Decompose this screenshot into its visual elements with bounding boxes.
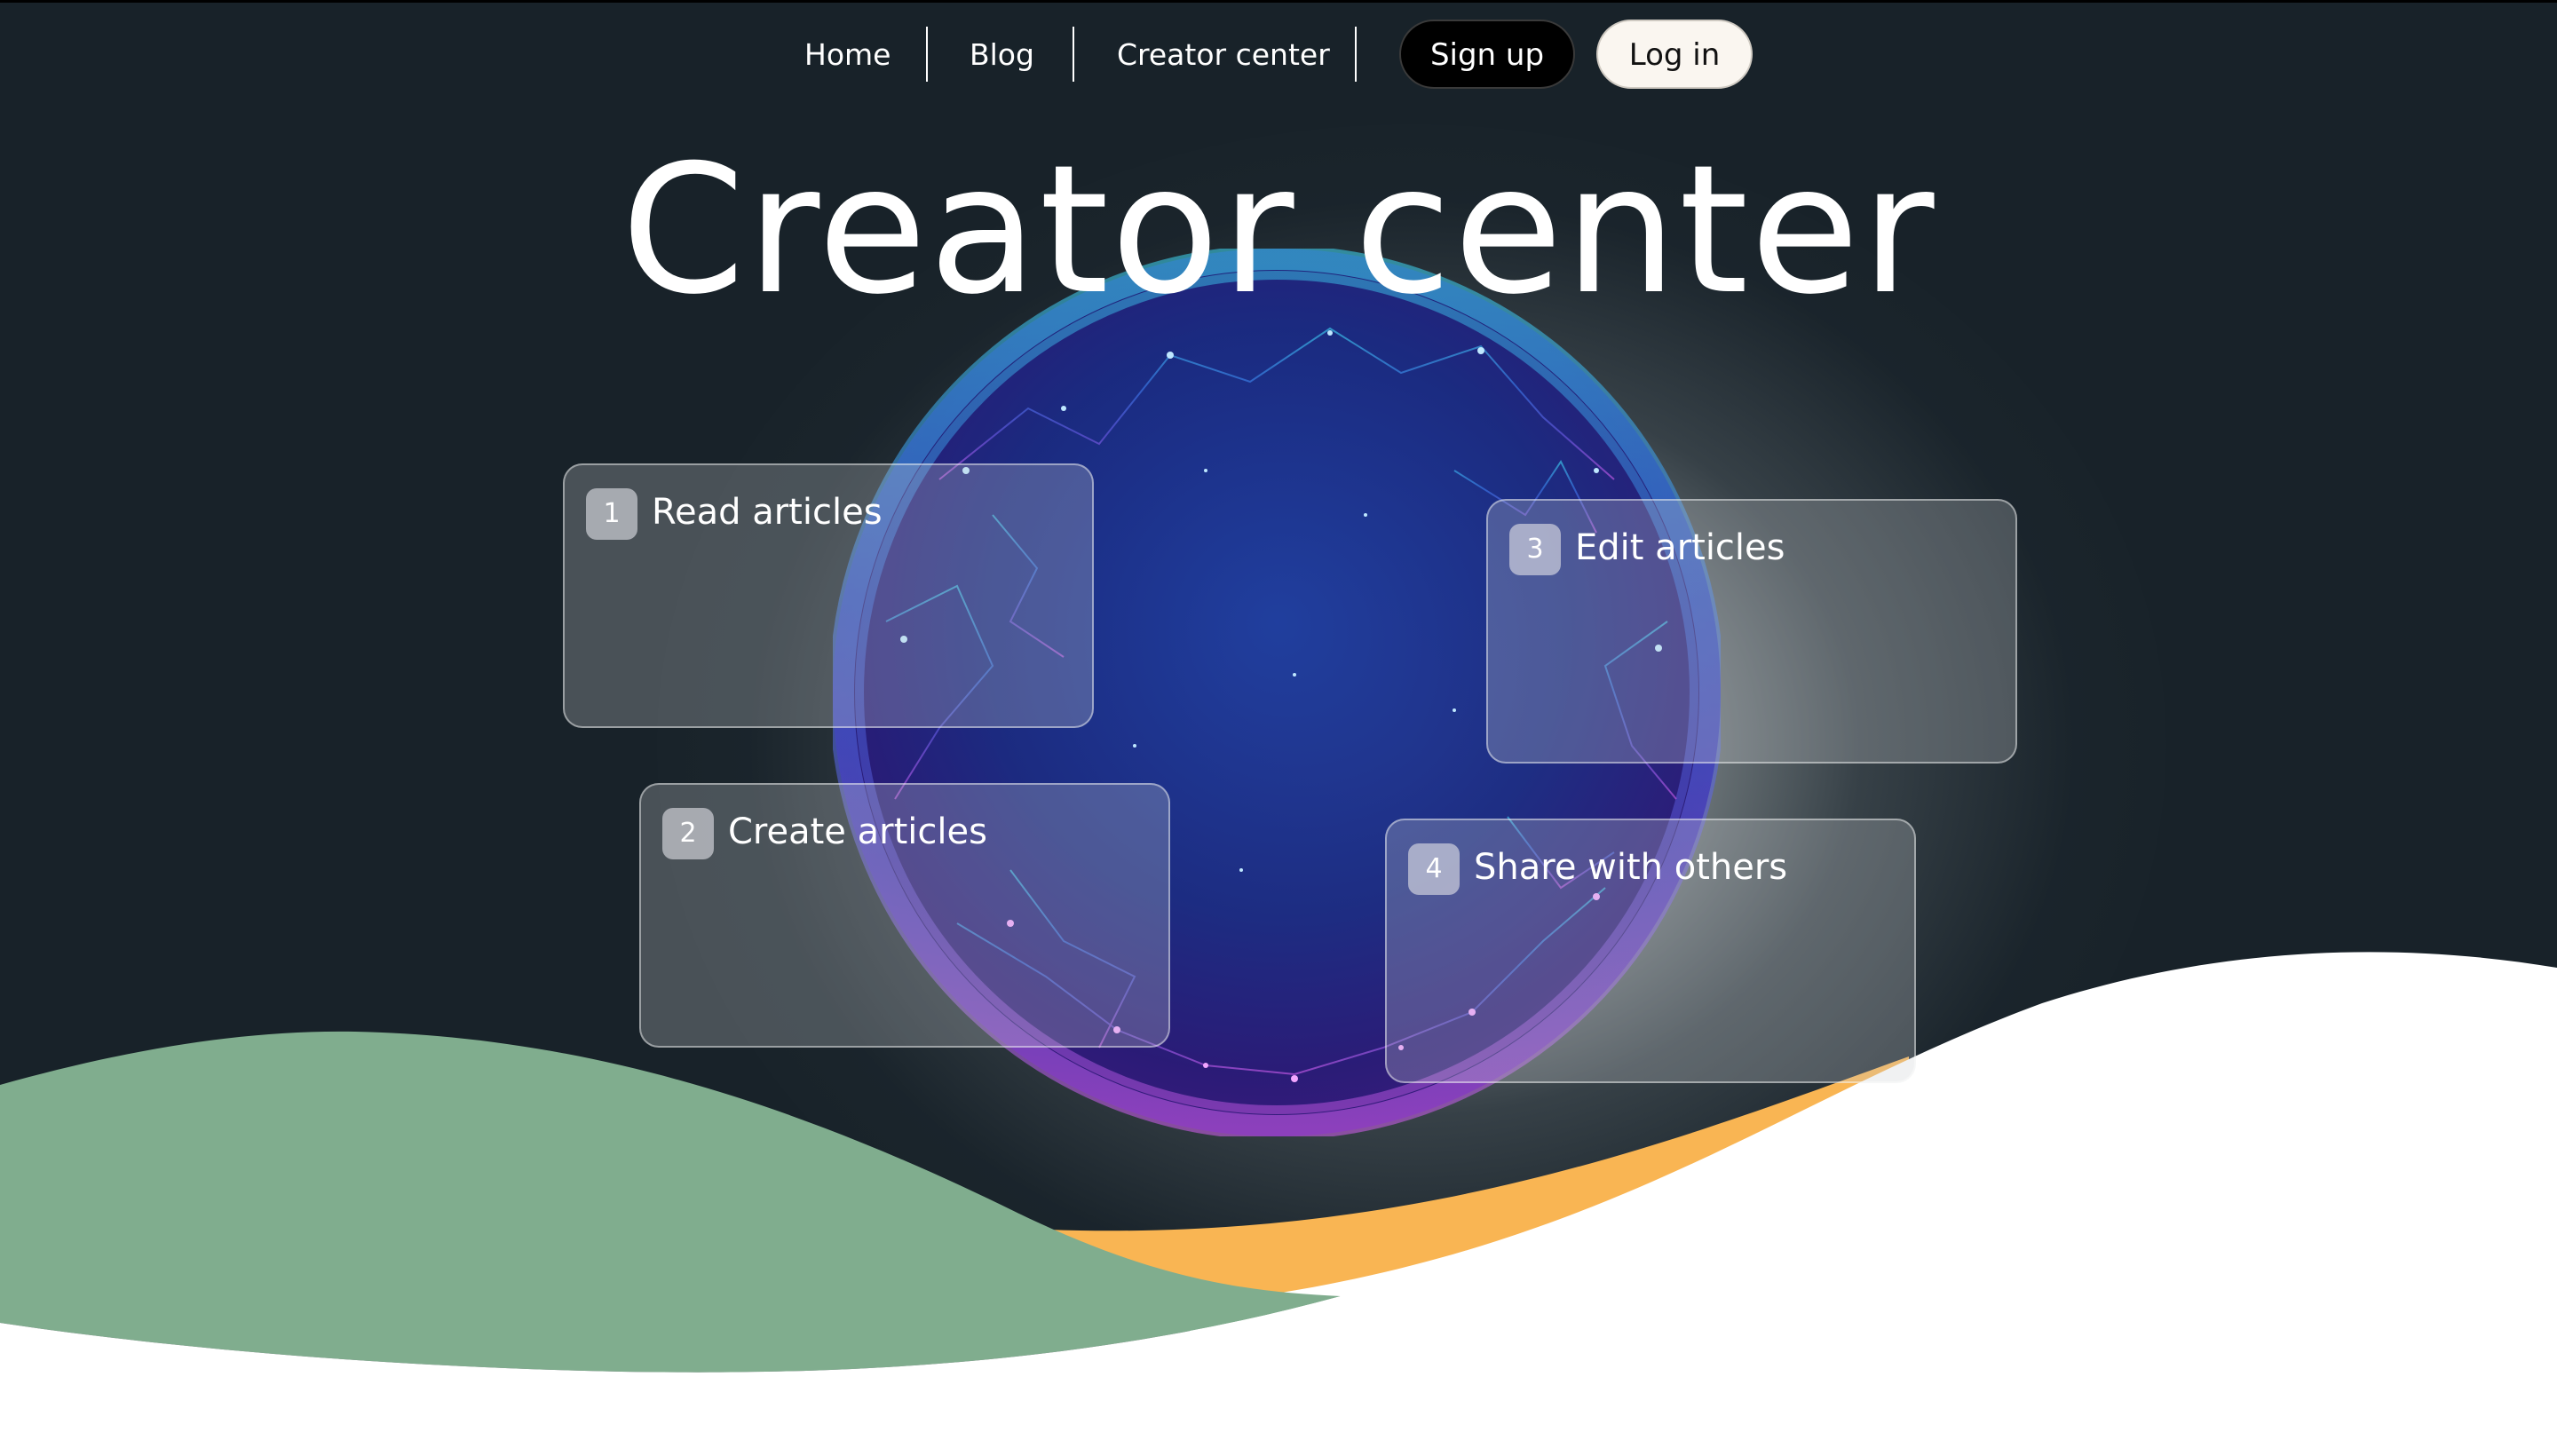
feature-card-share-with-others[interactable]: 4 Share with others [1385,819,1916,1083]
card-number-badge: 4 [1408,843,1460,895]
card-number-badge: 2 [662,808,714,859]
page-title: Creator center [621,127,1936,334]
nav-divider [1355,27,1357,82]
card-number-badge: 1 [586,488,637,540]
nav-divider [926,27,928,82]
nav-divider [1073,27,1074,82]
log-in-button[interactable]: Log in [1596,20,1753,89]
card-label: Read articles [652,492,883,533]
card-number-badge: 3 [1509,524,1561,575]
feature-card-read-articles[interactable]: 1 Read articles [563,463,1094,728]
nav-blog-link[interactable]: Blog [970,36,1034,75]
card-label: Create articles [728,811,987,852]
nav-creator-center-link[interactable]: Creator center [1117,36,1330,75]
card-label: Edit articles [1575,527,1785,568]
top-nav: Home Blog Creator center Sign up Log in [0,0,2557,107]
feature-card-create-articles[interactable]: 2 Create articles [639,783,1170,1048]
sign-up-button[interactable]: Sign up [1399,20,1575,89]
nav-home-link[interactable]: Home [804,36,891,75]
feature-card-edit-articles[interactable]: 3 Edit articles [1486,499,2017,764]
creator-center-page: Home Blog Creator center Sign up Log in … [0,0,2557,1456]
card-label: Share with others [1474,847,1788,888]
